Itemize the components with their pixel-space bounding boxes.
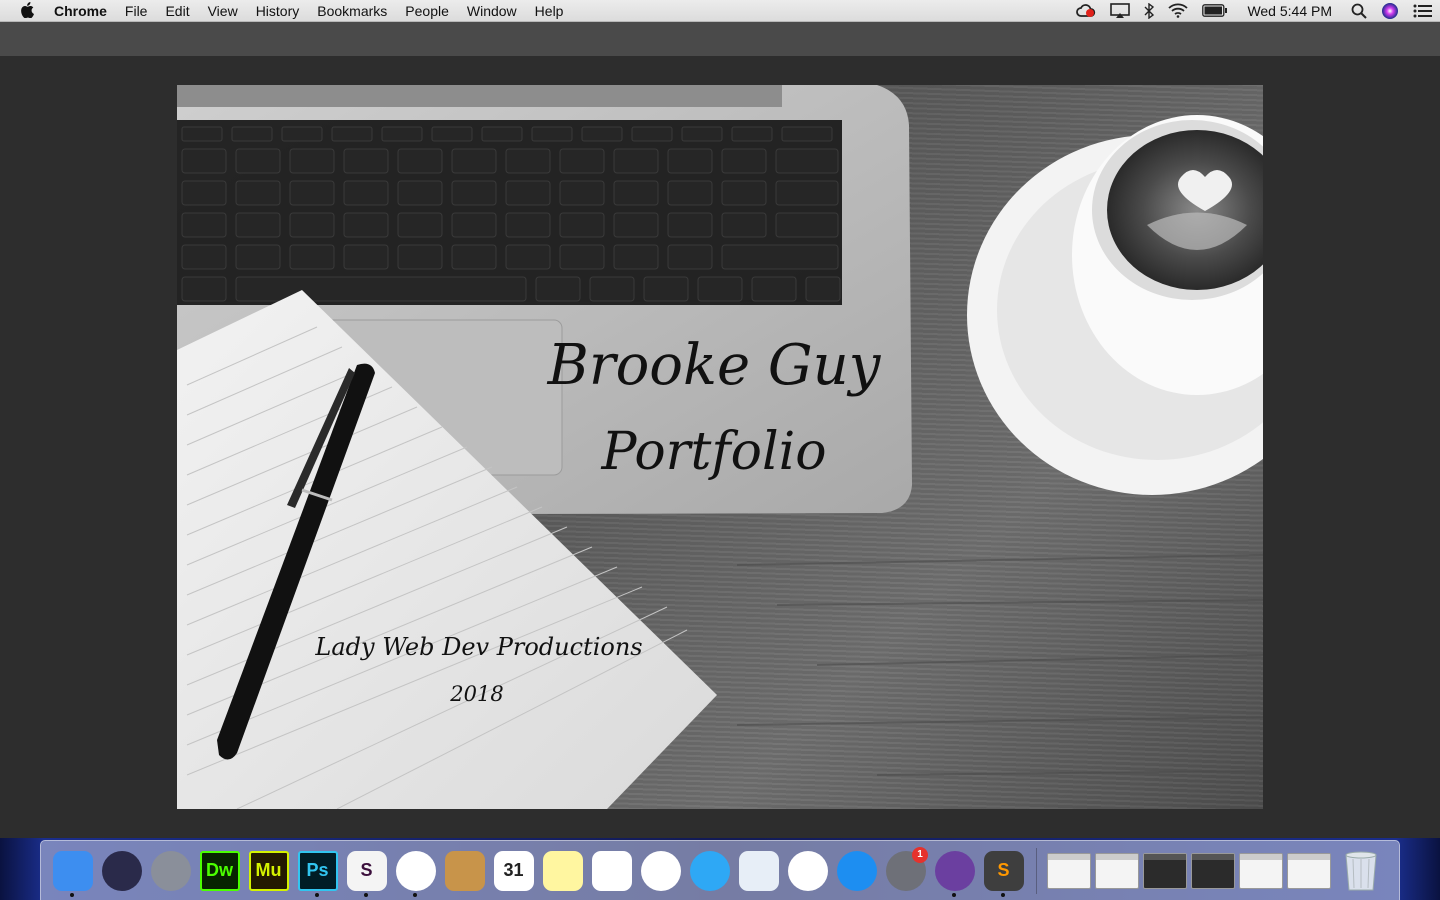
dock: Dw Mu Ps S 31 1 S [40, 840, 1400, 900]
launchpad-icon [150, 850, 191, 891]
slack-icon: S [346, 850, 387, 891]
notes-icon [542, 850, 583, 891]
dock-item-contacts[interactable] [440, 845, 489, 897]
trash-icon[interactable] [1343, 850, 1379, 892]
dreamweaver-icon: Dw [199, 850, 240, 891]
notification-badge: 1 [912, 846, 928, 863]
menu-view[interactable]: View [199, 0, 247, 22]
menu-bookmarks[interactable]: Bookmarks [308, 0, 396, 22]
running-indicator [952, 892, 956, 897]
dock-item-itunes[interactable] [783, 845, 832, 897]
preview-icon [738, 850, 779, 891]
company-name: Lady Web Dev Productions [315, 633, 643, 661]
menu-bar: Chrome File Edit View History Bookmarks … [0, 0, 1440, 22]
apple-menu-icon[interactable] [0, 1, 54, 20]
notification-center-icon[interactable] [1406, 0, 1440, 22]
airplay-icon[interactable] [1103, 0, 1137, 22]
dock-item-finder[interactable] [48, 845, 97, 897]
siri-menubar-icon[interactable] [1374, 0, 1406, 22]
browser-toolbar [0, 22, 1440, 56]
dock-item-messages[interactable] [685, 845, 734, 897]
dock-item-dreamweaver[interactable]: Dw [195, 845, 244, 897]
minimized-window-5[interactable] [1239, 852, 1283, 889]
dock-item-preview[interactable] [734, 845, 783, 897]
minimized-window-4[interactable] [1191, 852, 1235, 889]
portfolio-owner-name: Brooke Guy [547, 333, 881, 398]
hero-image: Brooke Guy Portfolio Lady Web Dev Produc… [177, 85, 1263, 809]
dock-item-sublime[interactable]: S [979, 845, 1028, 897]
battery-icon[interactable] [1195, 0, 1235, 22]
itunes-icon [787, 850, 828, 891]
spotlight-search-icon[interactable] [1344, 0, 1374, 22]
window-thumb-titlebar [1048, 853, 1090, 860]
running-indicator [70, 892, 74, 897]
window-thumb-titlebar [1192, 853, 1234, 860]
portfolio-title: Portfolio [601, 422, 827, 482]
dock-item-photos[interactable] [636, 845, 685, 897]
dock-item-slack[interactable]: S [342, 845, 391, 897]
finder-icon [52, 850, 93, 891]
window-thumb-titlebar [1240, 853, 1282, 860]
menu-history[interactable]: History [247, 0, 309, 22]
web-page: Brooke Guy Portfolio Lady Web Dev Produc… [0, 56, 1440, 838]
github-desktop-icon [934, 850, 975, 891]
menu-people[interactable]: People [396, 0, 458, 22]
year-label: 2018 [450, 682, 504, 706]
bluetooth-icon[interactable] [1137, 0, 1161, 22]
dock-item-notes[interactable] [538, 845, 587, 897]
chrome-icon [395, 850, 436, 891]
dock-item-photoshop[interactable]: Ps [293, 845, 342, 897]
menubar-clock[interactable]: Wed 5:44 PM [1235, 3, 1344, 19]
running-indicator [364, 892, 368, 897]
dock-apps: Dw Mu Ps S 31 1 S [48, 845, 1028, 897]
muse-icon: Mu [248, 850, 289, 891]
minimized-window-2[interactable] [1095, 852, 1139, 889]
running-indicator [413, 892, 417, 897]
dock-item-sysprefs[interactable]: 1 [881, 845, 930, 897]
app-store-icon [836, 850, 877, 891]
wifi-icon[interactable] [1161, 0, 1195, 22]
reminders-icon [591, 850, 632, 891]
dock-item-reminders[interactable] [587, 845, 636, 897]
messages-icon [689, 850, 730, 891]
minimized-window-6[interactable] [1287, 852, 1331, 889]
dock-separator [1036, 847, 1037, 894]
status-area: Wed 5:44 PM [1069, 0, 1440, 22]
dock-item-siri[interactable] [97, 845, 146, 897]
photoshop-icon: Ps [297, 850, 338, 891]
dock-item-appstore[interactable] [832, 845, 881, 897]
running-indicator [1001, 892, 1005, 897]
dock-minimized-windows [1045, 852, 1333, 889]
photos-icon [640, 850, 681, 891]
creative-cloud-icon[interactable] [1069, 0, 1103, 22]
siri-icon [101, 850, 142, 891]
minimized-window-1[interactable] [1047, 852, 1091, 889]
dock-item-muse[interactable]: Mu [244, 845, 293, 897]
sublime-text-icon: S [983, 850, 1024, 891]
contacts-icon [444, 850, 485, 891]
menu-help[interactable]: Help [526, 0, 573, 22]
menu-window[interactable]: Window [458, 0, 526, 22]
dock-item-calendar[interactable]: 31 [489, 845, 538, 897]
menu-file[interactable]: File [116, 0, 157, 22]
running-indicator [315, 892, 319, 897]
menu-edit[interactable]: Edit [156, 0, 198, 22]
window-thumb-titlebar [1096, 853, 1138, 860]
app-menu[interactable]: Chrome [54, 0, 116, 22]
calendar-icon: 31 [493, 850, 534, 891]
minimized-window-3[interactable] [1143, 852, 1187, 889]
dock-item-chrome[interactable] [391, 845, 440, 897]
window-thumb-titlebar [1288, 853, 1330, 860]
window-thumb-titlebar [1144, 853, 1186, 860]
dock-item-launchpad[interactable] [146, 845, 195, 897]
dock-item-github[interactable] [930, 845, 979, 897]
